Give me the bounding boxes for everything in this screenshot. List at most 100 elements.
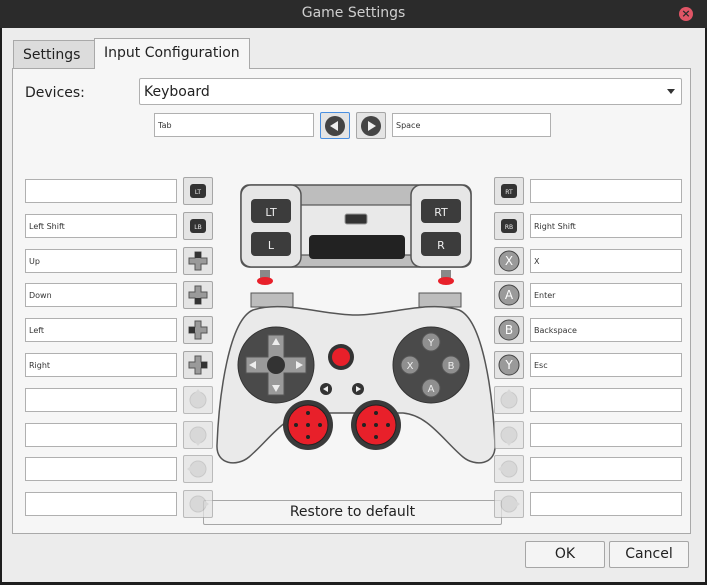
lt-icon: LT (190, 184, 206, 198)
y-face-label: Y (427, 338, 435, 349)
stick-down-icon (189, 426, 207, 446)
next-button[interactable] (356, 112, 386, 139)
left-binding-field[interactable] (25, 492, 177, 516)
title-bar: Game Settings × (0, 0, 707, 28)
controller-illustration: LT L RT R Y X B A (216, 184, 496, 464)
right-binding-field[interactable]: X (530, 249, 682, 273)
right-binding-field[interactable]: Backspace (530, 318, 682, 342)
right-binding-button-y[interactable]: Y (494, 351, 524, 379)
left-binding-button-dpad-up[interactable] (183, 247, 213, 275)
left-binding-field[interactable]: Left Shift (25, 214, 177, 238)
rb-label: R (437, 239, 445, 252)
arrow-left-icon (325, 116, 345, 136)
usb-port-icon (344, 213, 368, 225)
stick-down-icon (500, 426, 518, 446)
dpad-right-icon (188, 355, 208, 375)
home-button (332, 348, 350, 366)
window-title: Game Settings (301, 5, 406, 21)
dpad-down-icon (188, 285, 208, 305)
a-icon: A (498, 284, 520, 306)
right-binding-button-a[interactable]: A (494, 281, 524, 309)
close-icon[interactable]: × (679, 7, 693, 21)
stick-up-icon (189, 389, 207, 409)
right-stick-dot (374, 423, 378, 427)
svg-text:RB: RB (505, 224, 513, 231)
right-pin-red (438, 277, 454, 285)
right-stick-dot (374, 435, 378, 439)
right-binding-field[interactable]: Esc (530, 353, 682, 377)
left-binding-button-stick-right[interactable] (183, 490, 213, 518)
svg-text:B: B (505, 323, 513, 337)
right-binding-button-stick-down[interactable] (494, 421, 524, 449)
right-binding-button-stick-right[interactable] (494, 490, 524, 518)
right-binding-button-x[interactable]: X (494, 247, 524, 275)
next-profile-field[interactable]: Space (392, 113, 551, 137)
left-binding-field[interactable]: Left (25, 318, 177, 342)
stick-left-icon (498, 460, 518, 478)
prev-button[interactable] (320, 112, 350, 139)
dialog-body: Settings Input Configuration Devices: Ke… (2, 28, 705, 582)
tab-input-configuration[interactable]: Input Configuration (94, 38, 250, 69)
lt-label: LT (265, 206, 277, 219)
x-face-label: X (407, 361, 414, 372)
left-binding-field[interactable]: Down (25, 283, 177, 307)
left-bumper-tab (250, 292, 294, 308)
left-stick-dot (306, 411, 310, 415)
right-binding-field[interactable] (530, 388, 682, 412)
tab-settings[interactable]: Settings (13, 40, 95, 68)
svg-text:LT: LT (195, 189, 202, 196)
svg-text:LB: LB (194, 224, 201, 231)
right-binding-field[interactable] (530, 492, 682, 516)
right-stick-dot (362, 423, 366, 427)
devices-label: Devices: (25, 85, 85, 101)
left-binding-button-lt[interactable]: LT (183, 177, 213, 205)
a-face-label: A (428, 384, 435, 395)
right-binding-button-rb[interactable]: RB (494, 212, 524, 240)
left-binding-button-stick-up[interactable] (183, 386, 213, 414)
dpad-up-icon (188, 251, 208, 271)
left-binding-field[interactable] (25, 423, 177, 447)
lb-label: L (268, 239, 275, 252)
shoulder-slot (309, 235, 405, 259)
right-bumper-tab (418, 292, 462, 308)
left-binding-button-lb[interactable]: LB (183, 212, 213, 240)
left-binding-button-dpad-right[interactable] (183, 351, 213, 379)
right-binding-field[interactable] (530, 457, 682, 481)
input-configuration-panel: Devices: Keyboard Tab Space LT L RT R Y … (12, 68, 691, 534)
svg-text:RT: RT (505, 189, 513, 196)
right-binding-field[interactable]: Enter (530, 283, 682, 307)
left-binding-button-dpad-left[interactable] (183, 316, 213, 344)
rt-icon: RT (501, 184, 517, 198)
ok-button[interactable]: OK (525, 541, 605, 568)
left-binding-field[interactable] (25, 457, 177, 481)
right-binding-button-stick-left[interactable] (494, 455, 524, 483)
left-binding-button-stick-left[interactable] (183, 455, 213, 483)
right-binding-field[interactable] (530, 423, 682, 447)
rb-icon: RB (501, 219, 517, 233)
x-icon: X (498, 250, 520, 272)
left-stick-dot (306, 423, 310, 427)
right-binding-field[interactable] (530, 179, 682, 203)
right-stick-dot (374, 411, 378, 415)
svg-text:X: X (505, 254, 513, 268)
cancel-button[interactable]: Cancel (609, 541, 689, 568)
right-binding-button-stick-up[interactable] (494, 386, 524, 414)
chevron-down-icon (667, 89, 675, 94)
stick-right-icon (189, 495, 209, 513)
left-binding-field[interactable] (25, 179, 177, 203)
stick-left-icon (187, 460, 207, 478)
left-binding-field[interactable]: Right (25, 353, 177, 377)
left-binding-button-dpad-down[interactable] (183, 281, 213, 309)
restore-default-button[interactable]: Restore to default (203, 500, 502, 525)
right-binding-field[interactable]: Right Shift (530, 214, 682, 238)
devices-dropdown[interactable]: Keyboard (139, 78, 682, 105)
left-stick-dot (318, 423, 322, 427)
left-stick-dot (294, 423, 298, 427)
rt-label: RT (434, 206, 448, 219)
prev-profile-field[interactable]: Tab (154, 113, 314, 137)
right-binding-button-b[interactable]: B (494, 316, 524, 344)
right-binding-button-rt[interactable]: RT (494, 177, 524, 205)
left-binding-field[interactable] (25, 388, 177, 412)
left-binding-button-stick-down[interactable] (183, 421, 213, 449)
left-binding-field[interactable]: Up (25, 249, 177, 273)
